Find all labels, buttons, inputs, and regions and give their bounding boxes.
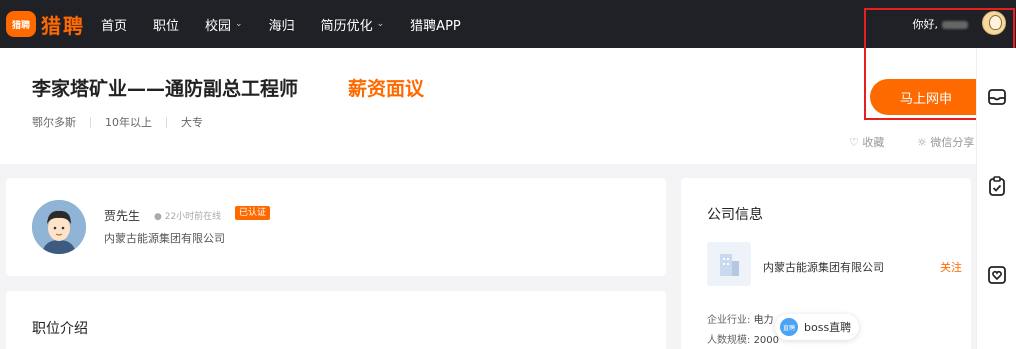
- nav-item-label: 校园: [205, 18, 232, 34]
- follow-button[interactable]: 关注: [940, 259, 962, 275]
- user-greeting[interactable]: 你好,: [912, 16, 968, 32]
- nav-item-label: 首页: [101, 18, 128, 34]
- job-intro-card: 职位介绍: [6, 291, 666, 349]
- logo-badge: 猎聘: [6, 11, 36, 37]
- recruiter-avatar[interactable]: [32, 200, 86, 254]
- nav-item-app[interactable]: 猎聘APP: [410, 15, 461, 34]
- size-label: 人数规模:: [707, 335, 751, 346]
- share-label: 微信分享: [930, 136, 975, 149]
- nav-item-resume-optimize[interactable]: 简历优化 ⌄: [321, 15, 385, 34]
- industry-label: 企业行业:: [707, 315, 751, 326]
- logo-text: 猎聘: [41, 13, 85, 38]
- company-size: 人数规模: 2000: [707, 331, 779, 346]
- heart-icon: ♡: [849, 136, 859, 149]
- job-education: 大专: [181, 116, 203, 129]
- nav-item-home[interactable]: 首页: [101, 15, 127, 34]
- boss-label: boss直聘: [804, 321, 852, 334]
- chevron-down-icon: ⌄: [235, 19, 243, 29]
- boss-icon: 直聘: [780, 318, 798, 336]
- company-logo[interactable]: [707, 242, 751, 286]
- job-title: 李家塔矿业——通防副总工程师: [32, 78, 299, 100]
- salary: 薪资面议: [348, 78, 425, 100]
- wechat-icon: ☼: [917, 136, 927, 149]
- recruiter-online-status: ● 22小时前在线: [154, 212, 222, 222]
- user-avatar[interactable]: [982, 11, 1006, 35]
- company-industry: 企业行业: 电力: [707, 311, 774, 326]
- job-meta: 鄂尔多斯 10年以上 大专: [32, 114, 203, 130]
- size-value: 2000: [753, 335, 780, 346]
- divider: [90, 116, 91, 128]
- recruiter-company: 内蒙古能源集团有限公司: [104, 232, 225, 245]
- username-blurred: [942, 21, 968, 29]
- nav-item-returnees[interactable]: 海归: [269, 15, 295, 34]
- chevron-down-icon: ⌄: [376, 19, 385, 29]
- nav-item-label: 简历优化: [320, 18, 373, 34]
- online-text: 22小时前在线: [164, 212, 222, 222]
- top-navigation-bar: 猎聘 猎聘 首页 职位 校园 ⌄ 海归 简历优化 ⌄ 猎聘APP 你好,: [0, 0, 1016, 48]
- industry-value: 电力: [753, 315, 774, 326]
- avatar-illustration: [32, 200, 86, 254]
- logo[interactable]: 猎聘 猎聘: [6, 10, 85, 39]
- nav-item-campus[interactable]: 校园 ⌄: [205, 15, 243, 34]
- nav-item-label: 猎聘APP: [410, 18, 461, 34]
- greeting-text: 你好,: [912, 18, 939, 31]
- job-experience: 10年以上: [105, 116, 152, 129]
- nav-item-label: 职位: [153, 18, 180, 34]
- divider: [166, 116, 167, 128]
- favorite-button[interactable]: ♡ 收藏: [849, 134, 884, 150]
- boss-chat-chip[interactable]: 直聘 boss直聘: [775, 314, 859, 340]
- job-intro-title: 职位介绍: [32, 321, 88, 337]
- verified-badge: 已认证: [235, 206, 271, 220]
- building-icon: [720, 254, 739, 276]
- favorite-list-icon[interactable]: [986, 264, 1008, 286]
- apply-button[interactable]: 马上网申: [870, 79, 982, 115]
- favorite-label: 收藏: [862, 136, 885, 149]
- nav-item-label: 海归: [268, 18, 295, 34]
- job-location: 鄂尔多斯: [32, 116, 76, 129]
- company-name[interactable]: 内蒙古能源集团有限公司: [763, 259, 884, 275]
- wechat-share-button[interactable]: ☼ 微信分享: [917, 134, 974, 150]
- job-header: 李家塔矿业——通防副总工程师 薪资面议 鄂尔多斯 10年以上 大专 马上网申 ♡…: [0, 48, 1016, 164]
- nav-item-jobs[interactable]: 职位: [153, 15, 179, 34]
- main-nav: 首页 职位 校园 ⌄ 海归 简历优化 ⌄ 猎聘APP: [101, 15, 487, 34]
- company-section-title: 公司信息: [707, 207, 763, 223]
- right-sidebar: [976, 48, 1016, 349]
- inbox-icon[interactable]: [986, 86, 1008, 108]
- clipboard-check-icon[interactable]: [986, 175, 1008, 197]
- recruiter-card: 贾先生 ● 22小时前在线 已认证 内蒙古能源集团有限公司: [6, 178, 666, 276]
- recruiter-name: 贾先生: [104, 209, 141, 223]
